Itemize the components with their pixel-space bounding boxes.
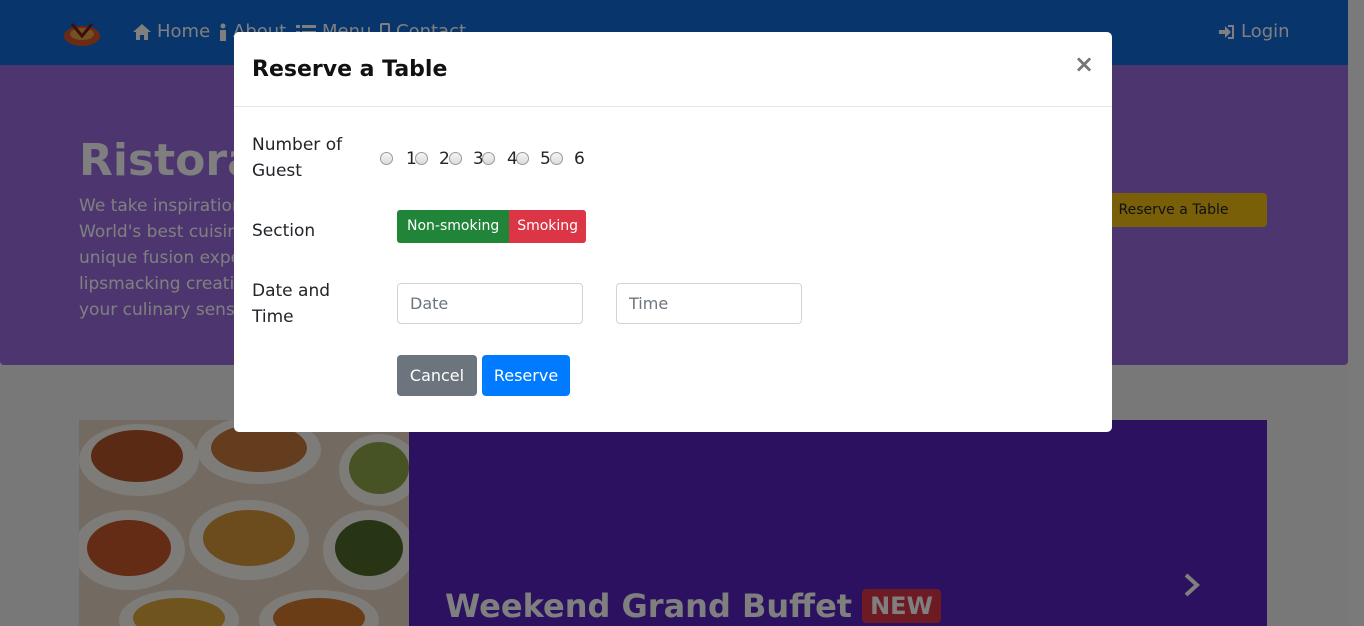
reserve-button[interactable]: Reserve — [482, 355, 570, 396]
guest-radio-4[interactable] — [482, 152, 495, 165]
cancel-button[interactable]: Cancel — [397, 355, 477, 396]
guest-option-label: 6 — [574, 149, 585, 169]
modal-header: Reserve a Table × — [234, 32, 1112, 107]
time-input[interactable] — [616, 283, 802, 324]
guest-radio-6[interactable] — [550, 152, 563, 165]
modal-title: Reserve a Table — [252, 57, 448, 82]
non-smoking-button[interactable]: Non-smoking — [397, 210, 510, 243]
close-icon[interactable]: × — [1070, 50, 1098, 78]
guest-radio-2[interactable] — [415, 152, 428, 165]
guest-radio-5[interactable] — [516, 152, 529, 165]
smoking-button[interactable]: Smoking — [509, 210, 587, 243]
section-toggle-group: Non-smoking Smoking — [397, 210, 587, 243]
section-label: Section — [252, 221, 316, 241]
reserve-modal: Reserve a Table × Number of Guest 1 2 3 … — [234, 32, 1112, 432]
guest-radio-1[interactable] — [380, 152, 393, 165]
date-input[interactable] — [397, 283, 583, 324]
guests-label: Number of Guest — [252, 135, 343, 181]
datetime-label: Date and Time — [252, 281, 331, 327]
guest-radio-3[interactable] — [449, 152, 462, 165]
scrollbar[interactable] — [1348, 0, 1364, 626]
